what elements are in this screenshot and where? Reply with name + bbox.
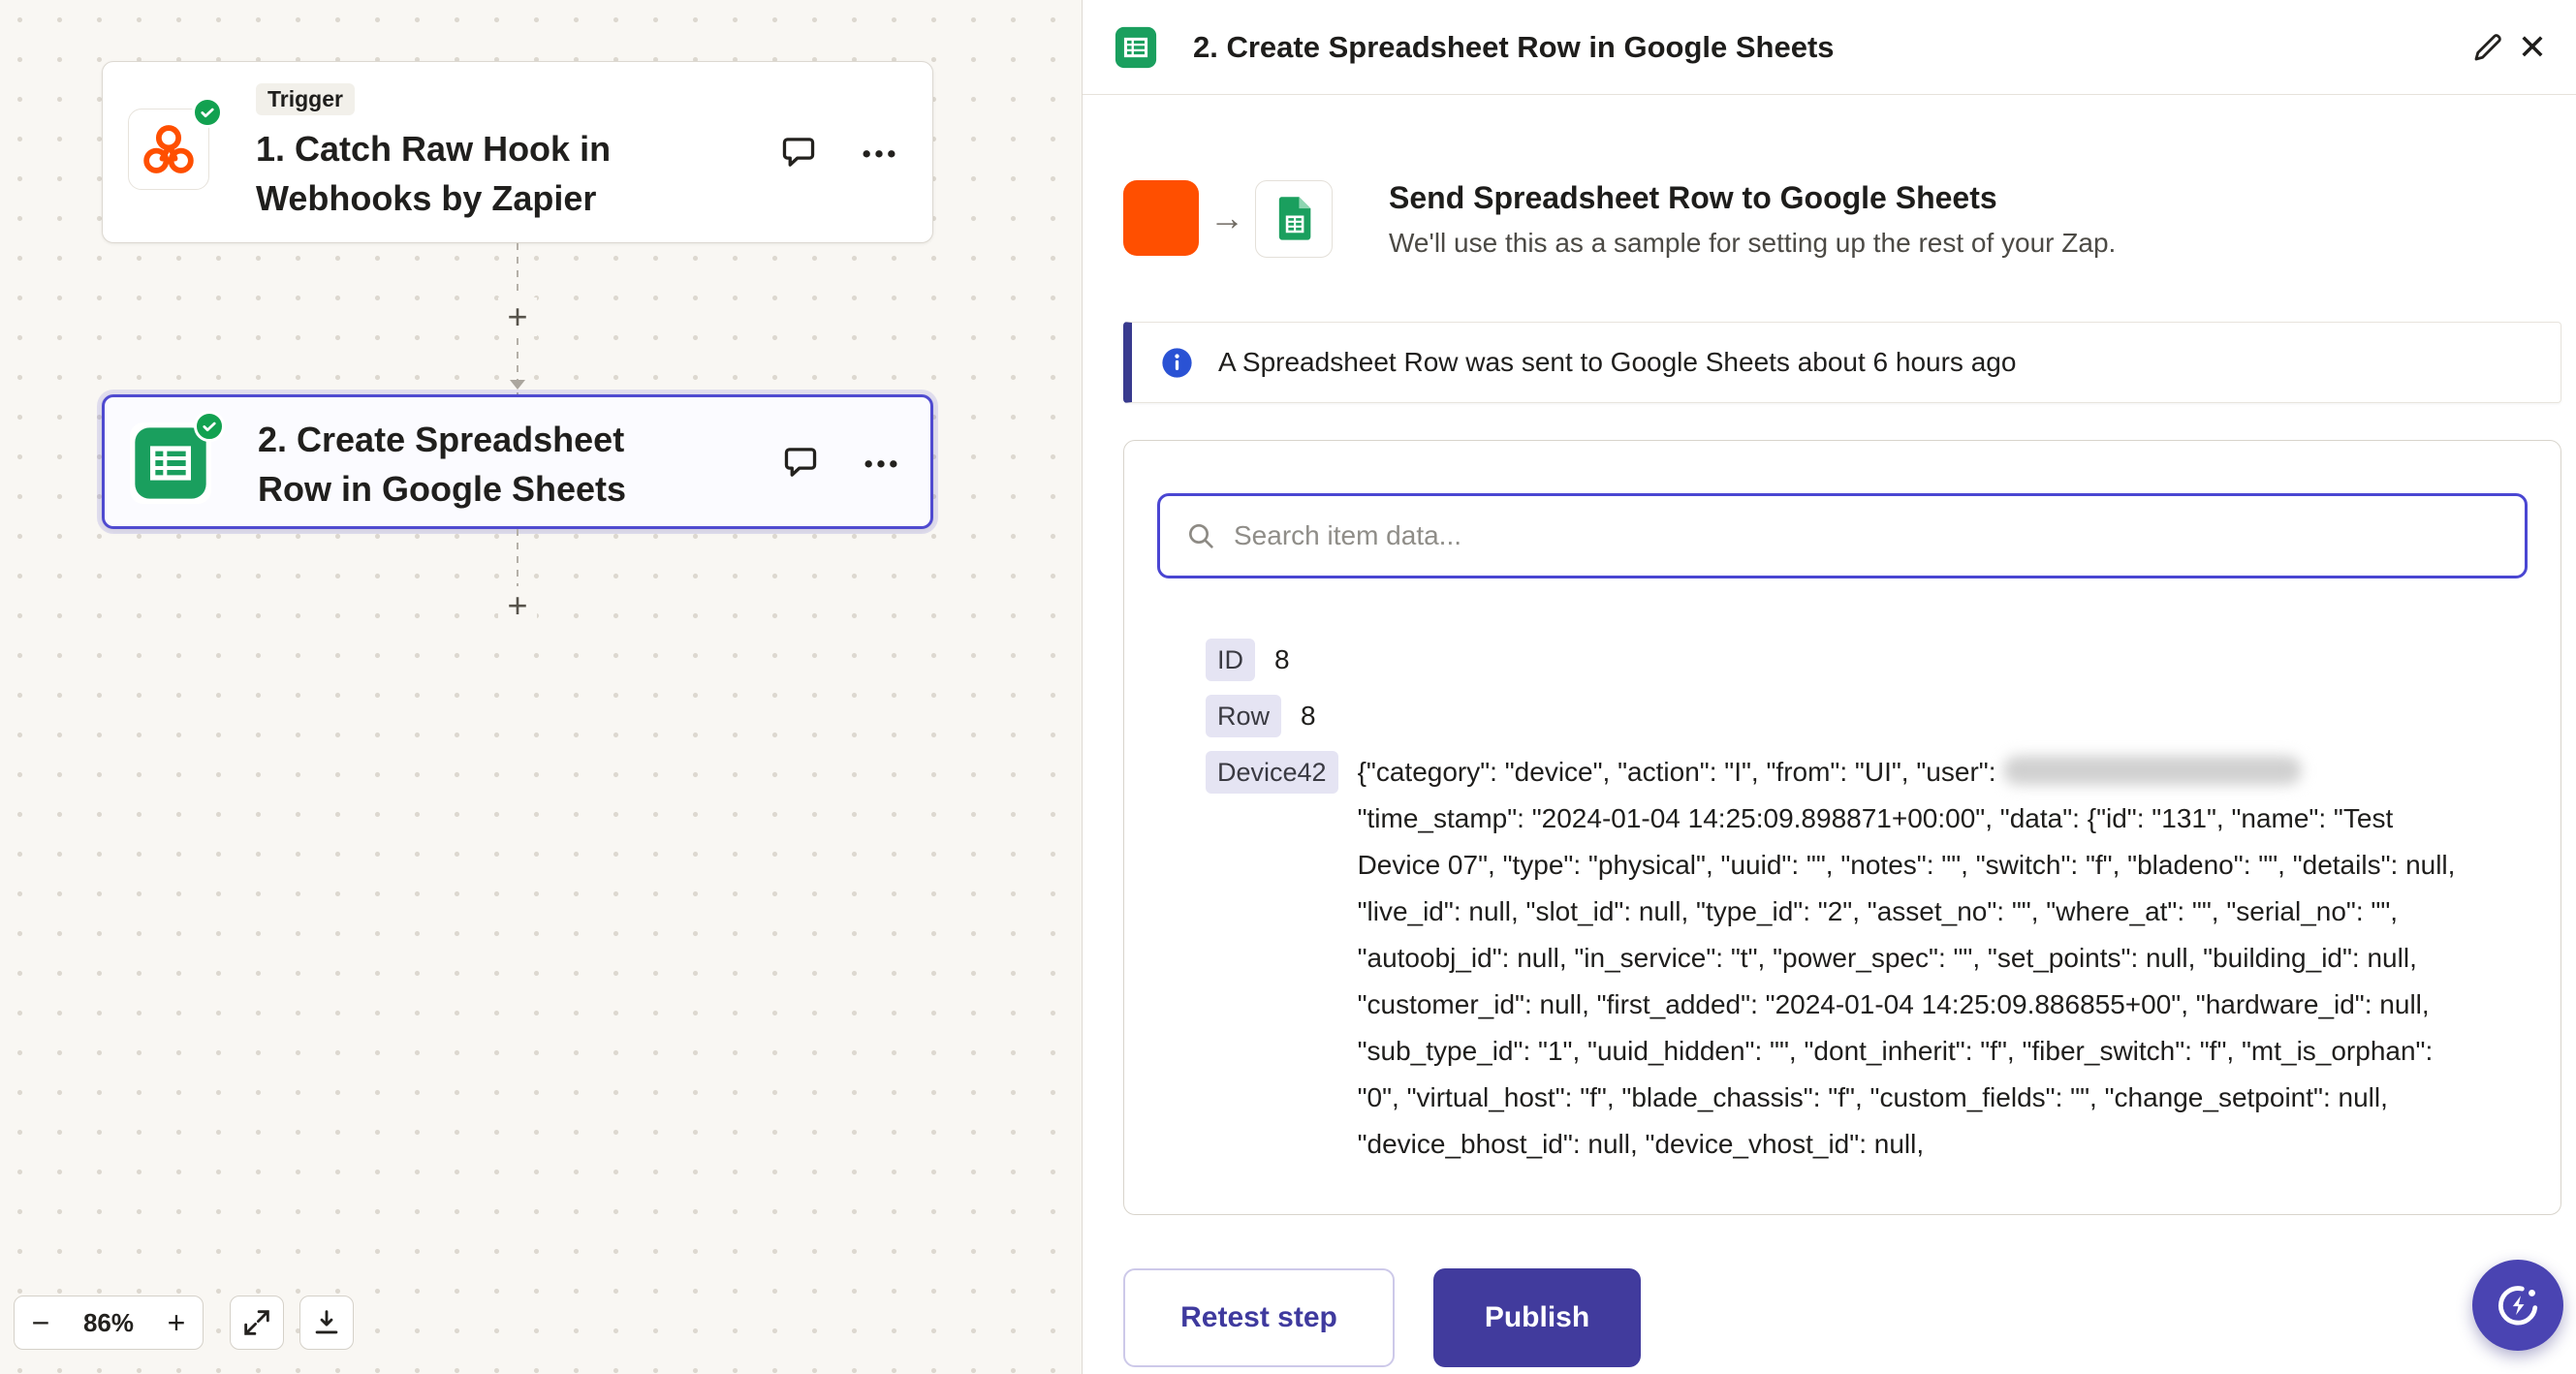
device42-value-line1: {"category": "device", "action": "I", "f…: [1358, 749, 2463, 796]
action-card-title-line2: Row in Google Sheets: [258, 464, 626, 514]
device42-value-part1: {"category": "device", "action": "I", "f…: [1358, 757, 2004, 787]
zoom-out-button[interactable]: −: [15, 1296, 67, 1349]
field-value-device42: {"category": "device", "action": "I", "f…: [1358, 749, 2463, 1168]
add-note-button[interactable]: [778, 440, 823, 484]
panel-title: 2. Create Spreadsheet Row in Google Shee…: [1193, 30, 1835, 65]
field-row-id: ID 8: [1206, 637, 2528, 683]
step-detail-panel: 2. Create Spreadsheet Row in Google Shee…: [1082, 0, 2576, 1374]
assistant-button[interactable]: [2472, 1260, 2563, 1351]
sheets-document-icon: [1269, 194, 1319, 244]
trigger-card-title-line1: 1. Catch Raw Hook in: [256, 124, 611, 173]
trigger-badge: Trigger: [256, 83, 355, 115]
trigger-step-card[interactable]: Trigger 1. Catch Raw Hook in Webhooks by…: [102, 61, 933, 243]
trigger-card-title: 1. Catch Raw Hook in Webhooks by Zapier: [256, 124, 611, 223]
sample-summary-row: → Send Spreadsheet Row to Google Sheets …: [1123, 180, 2116, 259]
download-button[interactable]: [299, 1296, 354, 1350]
action-card-title-line1: 2. Create Spreadsheet: [258, 415, 626, 464]
retest-step-button[interactable]: Retest step: [1123, 1268, 1395, 1367]
pencil-icon: [2470, 30, 2505, 65]
add-note-button[interactable]: [776, 130, 821, 174]
sample-heading: Send Spreadsheet Row to Google Sheets: [1389, 180, 2116, 216]
field-pill-device42: Device42: [1206, 751, 1338, 794]
zoom-in-button[interactable]: +: [150, 1296, 203, 1349]
redacted-user-value: [2003, 756, 2302, 785]
sample-text-block: Send Spreadsheet Row to Google Sheets We…: [1389, 180, 2116, 259]
copilot-icon: [2493, 1280, 2543, 1330]
field-row-device42: Device42 {"category": "device", "action"…: [1206, 749, 2528, 1168]
sample-data-box: ID 8 Row 8 Device42 {"category": "device…: [1123, 440, 2561, 1215]
trigger-card-title-line2: Webhooks by Zapier: [256, 173, 611, 223]
google-sheets-icon: [1114, 25, 1158, 70]
banner-text: A Spreadsheet Row was sent to Google She…: [1218, 347, 2016, 378]
webhooks-icon: [141, 121, 197, 177]
step-connector: [517, 529, 518, 587]
ellipsis-icon: [860, 441, 902, 484]
success-check-icon: [194, 411, 225, 442]
search-icon: [1185, 520, 1216, 551]
success-check-icon: [192, 97, 223, 128]
field-row-row: Row 8: [1206, 693, 2528, 739]
panel-actions: Retest step Publish: [1123, 1268, 1641, 1367]
webhook-app-icon: [1123, 180, 1199, 256]
panel-header: 2. Create Spreadsheet Row in Google Shee…: [1083, 0, 2576, 95]
field-list: ID 8 Row 8 Device42 {"category": "device…: [1206, 637, 2528, 1168]
device42-value-part2: "time_stamp": "2024-01-04 14:25:09.89887…: [1358, 796, 2463, 1168]
close-panel-button[interactable]: ✕: [2510, 25, 2555, 70]
field-value-id: 8: [1274, 637, 1290, 683]
add-step-button[interactable]: +: [498, 297, 537, 336]
field-value-row: 8: [1301, 693, 1316, 739]
publish-button[interactable]: Publish: [1433, 1268, 1641, 1367]
field-pill-row: Row: [1206, 695, 1281, 737]
zoom-level-display: 86%: [67, 1296, 150, 1349]
action-card-title: 2. Create Spreadsheet Row in Google Shee…: [258, 415, 626, 514]
more-options-button[interactable]: [859, 440, 903, 484]
field-pill-id: ID: [1206, 639, 1255, 681]
edit-title-button[interactable]: [2466, 25, 2510, 70]
search-field[interactable]: [1157, 493, 2528, 578]
transfer-arrow-icon: →: [1199, 180, 1255, 256]
zoom-controls: − 86% +: [14, 1296, 204, 1350]
comment-icon: [780, 442, 821, 483]
fit-to-view-button[interactable]: [230, 1296, 284, 1350]
info-icon: [1161, 347, 1193, 379]
close-icon: ✕: [2518, 30, 2547, 65]
comment-icon: [778, 132, 819, 172]
sheets-app-icon: [1255, 180, 1333, 258]
test-status-banner: A Spreadsheet Row was sent to Google She…: [1123, 322, 2561, 403]
search-input[interactable]: [1234, 520, 2499, 551]
sample-subheading: We'll use this as a sample for setting u…: [1389, 228, 2116, 259]
expand-icon: [240, 1306, 273, 1339]
add-step-button[interactable]: +: [498, 586, 537, 625]
action-step-card[interactable]: 2. Create Spreadsheet Row in Google Shee…: [102, 394, 933, 529]
ellipsis-icon: [858, 131, 900, 173]
download-icon: [310, 1306, 343, 1339]
connector-arrow-icon: [510, 380, 525, 390]
zap-editor-canvas[interactable]: Trigger 1. Catch Raw Hook in Webhooks by…: [0, 0, 1082, 1374]
more-options-button[interactable]: [857, 130, 901, 174]
